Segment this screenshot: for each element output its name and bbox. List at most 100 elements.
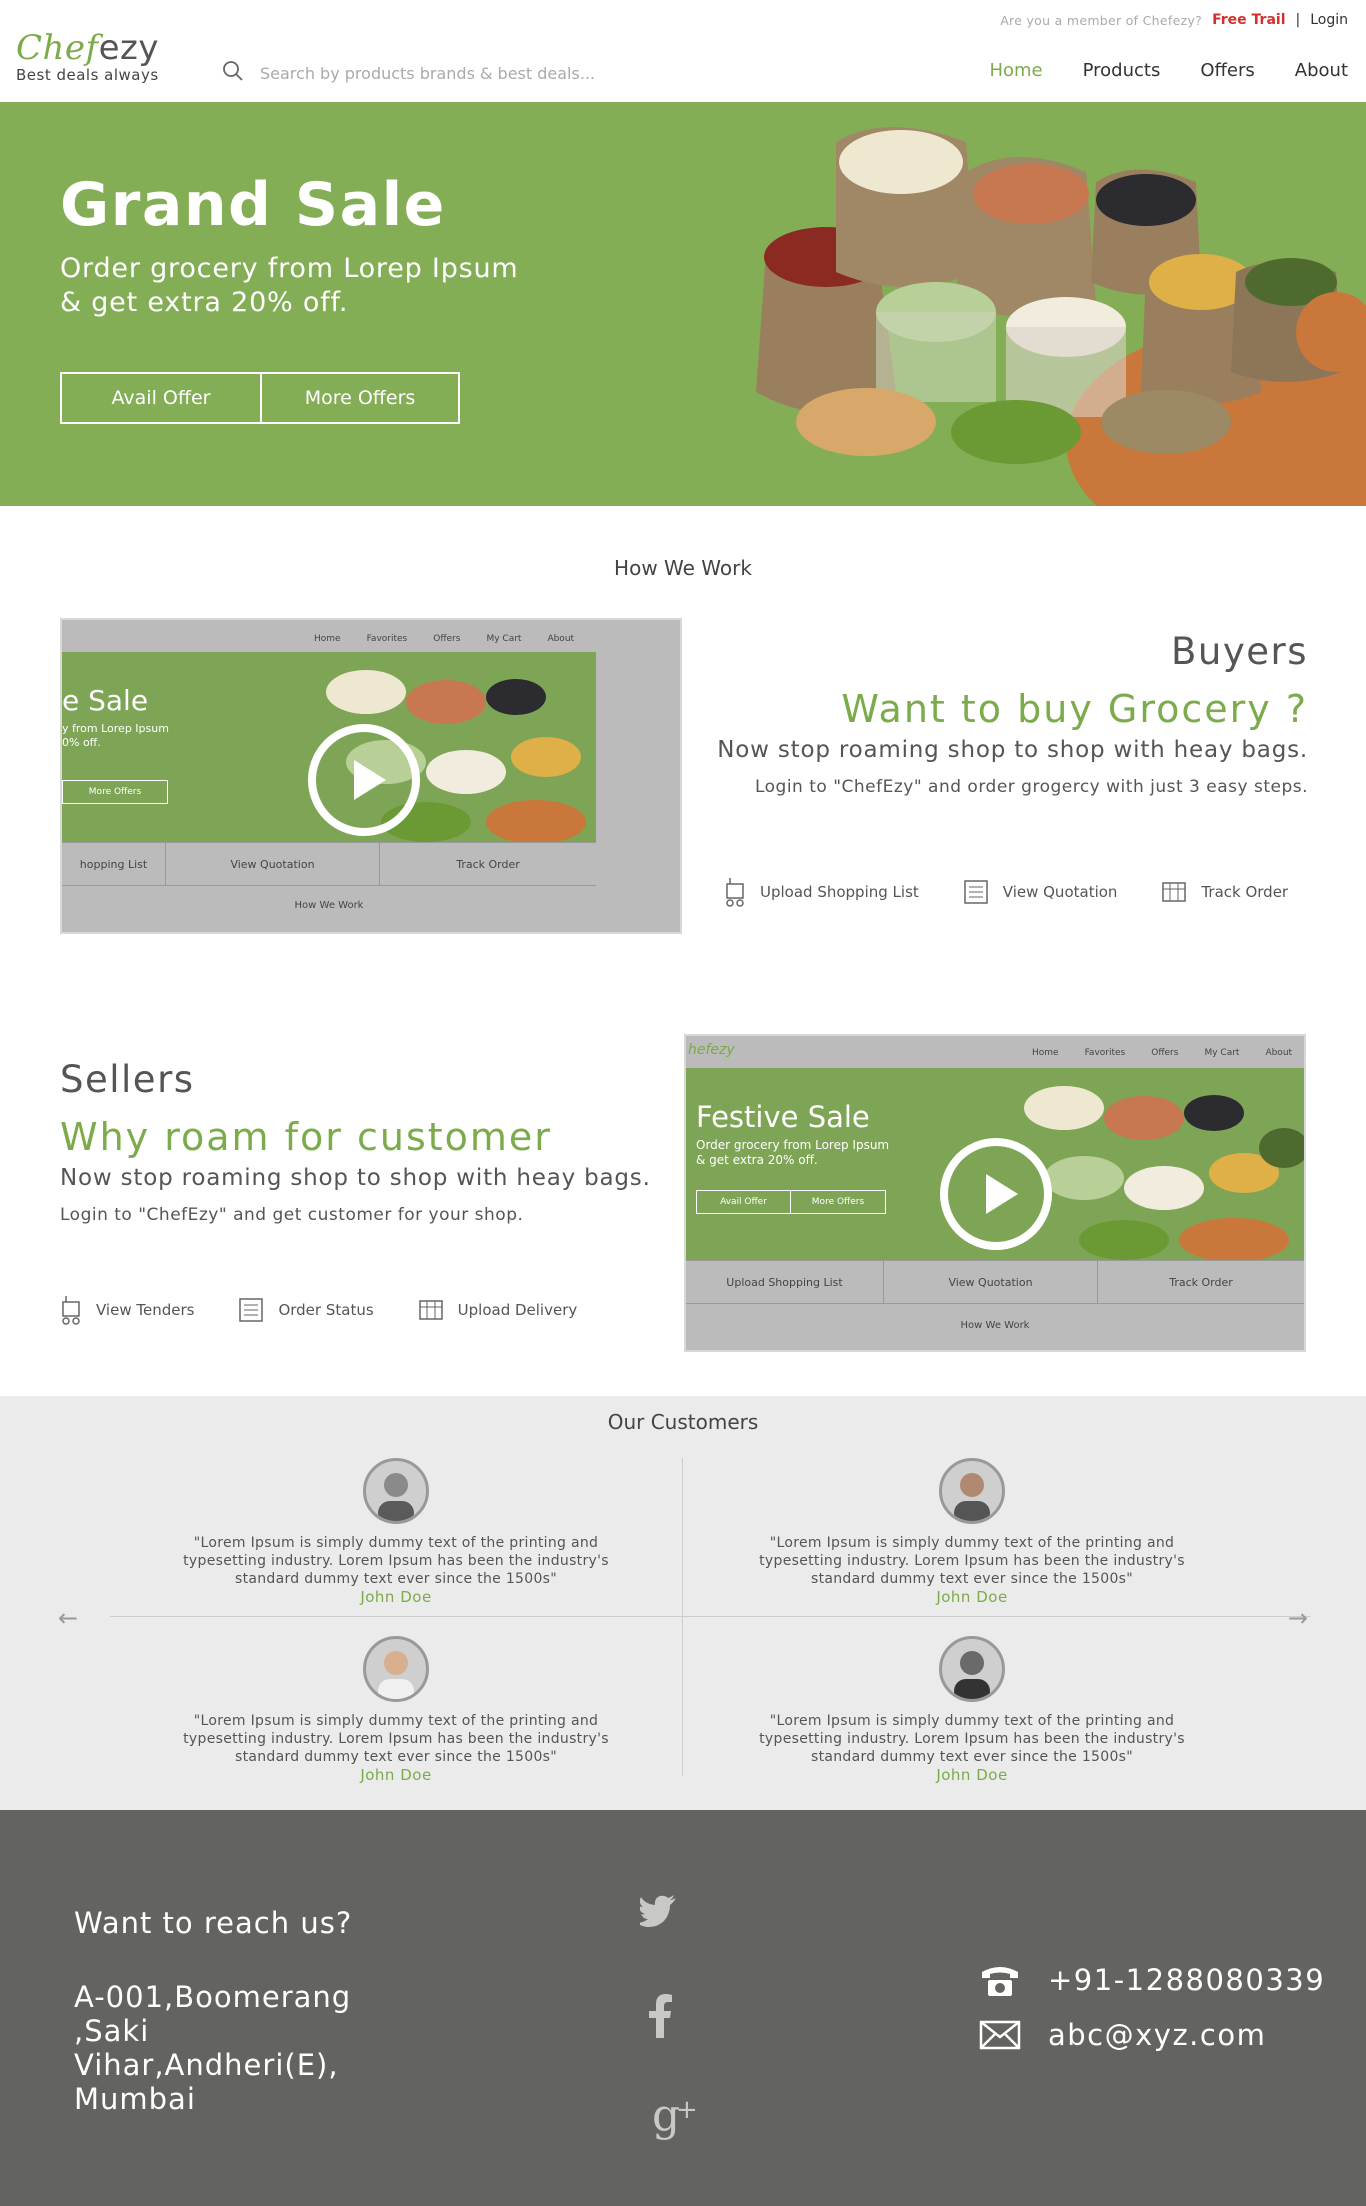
video-subtitle-line-1: y from Lorep Ipsum: [62, 722, 169, 735]
avatar: [939, 1636, 1005, 1702]
testimonial-card: "Lorem Ipsum is simply dummy text of the…: [116, 1636, 676, 1784]
customers-title: Our Customers: [607, 1410, 759, 1434]
search-bar: [222, 60, 640, 86]
nav-offers[interactable]: Offers: [1200, 60, 1254, 81]
sellers-text: Now stop roaming shop to shop with heay …: [60, 1165, 651, 1191]
track-order-icon: [1162, 882, 1187, 902]
video-nav-cart: My Cart: [486, 634, 522, 644]
video-subtitle: y from Lorep Ipsum 0% off.: [62, 722, 169, 750]
video-title: e Sale: [62, 684, 149, 717]
arrow-left-icon[interactable]: ←: [58, 1604, 78, 1632]
video-subtitle-line-2: & get extra 20% off.: [696, 1153, 818, 1167]
testimonial-name: John Doe: [936, 1766, 1008, 1784]
how-we-work-title: How We Work: [614, 556, 752, 580]
cart-icon: [62, 1296, 80, 1325]
more-offers-button[interactable]: More Offers: [260, 374, 458, 422]
buyers-step-quotation-label: View Quotation: [1002, 883, 1118, 901]
grain-sacks-image: [726, 102, 1366, 506]
phone-number[interactable]: +91-1288080339: [1048, 1963, 1325, 1997]
buyers-step-upload-label: Upload Shopping List: [760, 883, 919, 901]
buyers-step-upload[interactable]: Upload Shopping List: [724, 876, 919, 908]
mail-icon: [979, 2020, 1021, 2050]
video-nav: Home Favorites Offers My Cart About: [314, 634, 574, 644]
sellers-step-delivery[interactable]: Upload Delivery: [418, 1294, 577, 1326]
avatar: [363, 1458, 429, 1524]
logo-part-2: ezy: [98, 28, 160, 68]
buyers-step-quotation[interactable]: View Quotation: [963, 876, 1118, 908]
video-subtitle-line-2: 0% off.: [62, 736, 101, 749]
footer: Want to reach us? A-001,Boomerang ,Saki …: [0, 1810, 1366, 2206]
vertical-divider: [682, 1458, 683, 1776]
nav-products[interactable]: Products: [1083, 60, 1161, 81]
buyers-step-track[interactable]: Track Order: [1161, 876, 1288, 908]
video-step-3: Track Order: [456, 857, 520, 871]
testimonial-card: "Lorem Ipsum is simply dummy text of the…: [692, 1458, 1252, 1606]
google-plus-icon[interactable]: g +: [652, 2092, 702, 2142]
play-icon[interactable]: [940, 1138, 1052, 1250]
buyers-step-track-label: Track Order: [1201, 883, 1289, 901]
avatar: [363, 1636, 429, 1702]
login-link[interactable]: Login: [1310, 12, 1348, 28]
buyers-heading: Buyers: [1171, 630, 1308, 673]
video-step-1: hopping List: [62, 843, 166, 885]
video-nav: Home Favorites Offers My Cart About: [1032, 1048, 1292, 1058]
testimonial-name: John Doe: [360, 1588, 432, 1606]
video-steps-bar: hopping List View Quotation Track Order: [62, 842, 596, 886]
footer-address: A-001,Boomerang ,Saki Vihar,Andheri(E), …: [74, 1980, 414, 2116]
sellers-step-tenders[interactable]: View Tenders: [60, 1294, 194, 1326]
customers-section: Our Customers ← → "Lorem Ipsum is simply…: [0, 1396, 1366, 1810]
play-icon[interactable]: [308, 724, 420, 836]
sellers-subheading: Why roam for customer: [60, 1115, 552, 1159]
sellers-step-status-label: Order Status: [278, 1301, 374, 1319]
video-nav-favorites: Favorites: [366, 634, 408, 644]
sellers-heading: Sellers: [60, 1058, 195, 1101]
arrow-right-icon[interactable]: →: [1288, 1604, 1308, 1632]
testimonial-text: "Lorem Ipsum is simply dummy text of the…: [183, 1535, 609, 1587]
facebook-icon[interactable]: [648, 1994, 672, 2038]
video-nav-offers: Offers: [1151, 1048, 1179, 1058]
video-nav-cart: My Cart: [1204, 1048, 1240, 1058]
footer-title: Want to reach us?: [74, 1906, 353, 1940]
testimonial-card: "Lorem Ipsum is simply dummy text of the…: [692, 1636, 1252, 1784]
buyers-video[interactable]: Home Favorites Offers My Cart About e Sa…: [60, 618, 682, 934]
buyers-section: Buyers Want to buy Grocery ? Now stop ro…: [688, 630, 1308, 797]
twitter-icon[interactable]: [640, 1894, 678, 1928]
sellers-steps: View Tenders Order Status Upload Deliver…: [60, 1294, 577, 1326]
video-subtitle-line-1: Order grocery from Lorep Ipsum: [696, 1138, 890, 1152]
hero-buttons: Avail Offer More Offers: [60, 372, 460, 424]
sellers-small-text: Login to "ChefEzy" and get customer for …: [60, 1205, 524, 1225]
quotation-icon: [964, 880, 988, 904]
testimonial-name: John Doe: [360, 1766, 432, 1784]
separator: |: [1295, 12, 1301, 28]
phone-icon: [982, 1967, 1018, 1996]
free-trial-link[interactable]: Free Trail: [1212, 12, 1285, 28]
main-nav: Home Products Offers About: [989, 60, 1348, 81]
video-nav-home: Home: [314, 634, 341, 644]
avail-offer-button[interactable]: Avail Offer: [62, 374, 260, 422]
address-line-2: ,Saki Vihar,Andheri(E),: [74, 2014, 339, 2082]
search-input[interactable]: [260, 63, 640, 83]
footer-email: abc@xyz.com: [978, 2018, 1266, 2052]
top-bar: Are you a member of Chefezy? Free Trail …: [1000, 12, 1348, 28]
video-step-2: View Quotation: [884, 1261, 1098, 1303]
svg-text:+: +: [676, 2095, 698, 2125]
video-logo-text: hefezy: [688, 1042, 735, 1058]
sellers-step-status[interactable]: Order Status: [238, 1294, 374, 1326]
nav-home[interactable]: Home: [989, 60, 1042, 81]
video-nav-offers: Offers: [433, 634, 461, 644]
search-icon[interactable]: [222, 60, 244, 86]
logo[interactable]: Chefezy Best deals always: [16, 28, 159, 84]
sellers-section: Sellers Why roam for customer Now stop r…: [60, 1058, 660, 1225]
video-more-offers-button: More Offers: [811, 1197, 865, 1207]
buyers-steps: Upload Shopping List View Quotation Trac…: [724, 876, 1288, 908]
video-avail-offer-button: Avail Offer: [697, 1191, 791, 1213]
hero-title: Grand Sale: [60, 170, 446, 240]
hero-subtitle-line-2: & get extra 20% off.: [60, 287, 349, 318]
email-address[interactable]: abc@xyz.com: [1048, 2018, 1266, 2052]
buyers-subheading: Want to buy Grocery ?: [841, 687, 1308, 731]
nav-about[interactable]: About: [1295, 60, 1348, 81]
video-nav-about: About: [1265, 1048, 1293, 1058]
sellers-video[interactable]: hefezy Home Favorites Offers My Cart Abo…: [684, 1034, 1306, 1352]
testimonial-card: "Lorem Ipsum is simply dummy text of the…: [116, 1458, 676, 1606]
address-line-1: A-001,Boomerang: [74, 1980, 352, 2014]
